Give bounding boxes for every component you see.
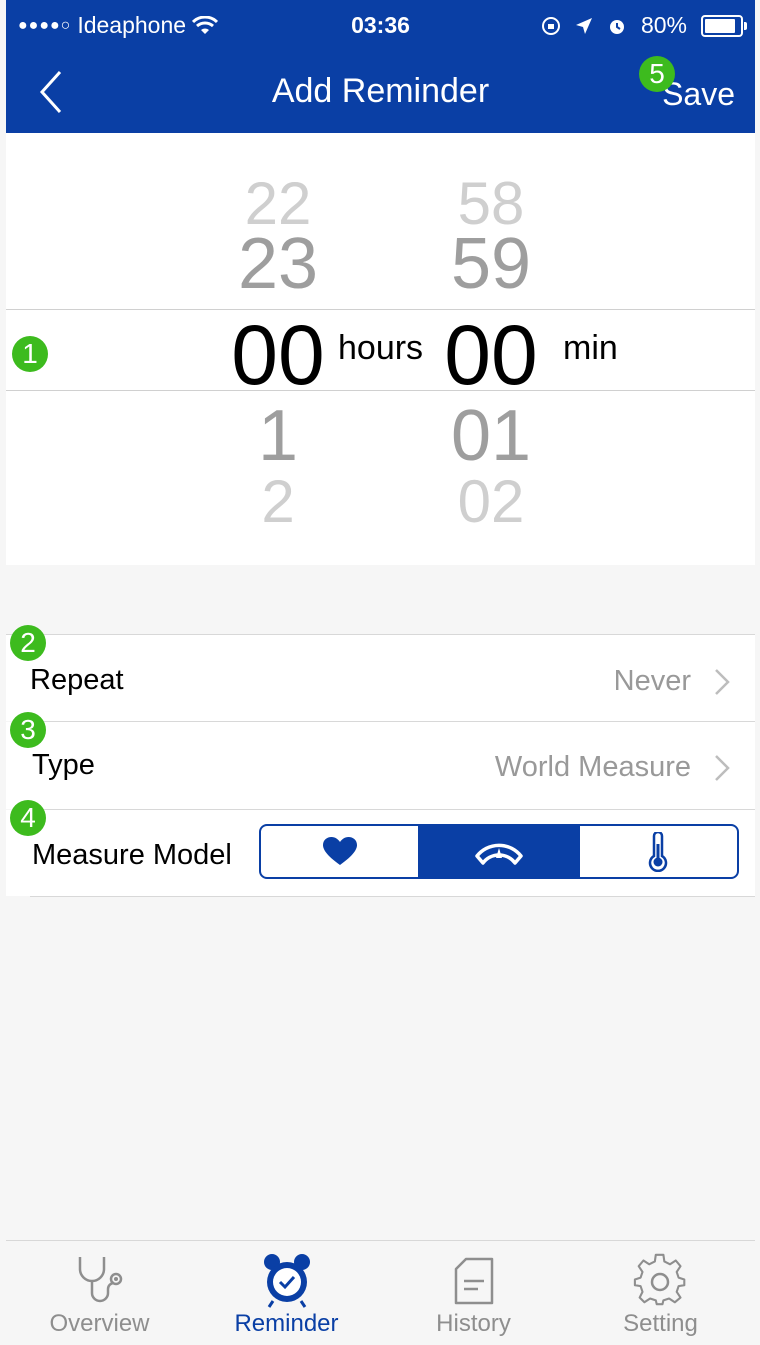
alarm-icon xyxy=(609,19,624,34)
gear-icon xyxy=(633,1253,685,1306)
measure-option-heart[interactable] xyxy=(261,826,418,877)
app-header: ●●●●○ Ideaphone 03:36 80% Add Reminder S… xyxy=(6,0,755,133)
status-bar: ●●●●○ Ideaphone 03:36 80% xyxy=(6,0,755,52)
repeat-row[interactable]: Repeat Never 2 xyxy=(6,625,755,721)
type-value: World Measure xyxy=(494,751,691,783)
time-picker[interactable]: 22 23 00 1 2 58 59 00 01 02 hours min 1 xyxy=(6,133,755,565)
callout-badge-4: 4 xyxy=(10,800,46,836)
measure-model-label: Measure Model xyxy=(32,839,232,871)
tab-label: Setting xyxy=(623,1310,698,1337)
tab-reminder[interactable]: Reminder xyxy=(193,1241,380,1345)
divider xyxy=(30,896,755,897)
measure-model-segmented-control[interactable] xyxy=(259,824,739,879)
repeat-value: Never xyxy=(613,665,691,697)
hour-option[interactable]: 23 xyxy=(198,223,358,305)
document-icon xyxy=(454,1257,493,1305)
measure-option-thermometer[interactable] xyxy=(577,826,737,877)
chevron-right-icon xyxy=(715,755,730,781)
navigation-bar: Add Reminder Save 5 xyxy=(6,52,755,133)
heart-icon xyxy=(322,836,357,865)
minute-option[interactable]: 02 xyxy=(411,467,571,536)
hour-option[interactable]: 2 xyxy=(198,467,358,536)
callout-badge-1: 1 xyxy=(12,336,48,372)
picker-selection-top-line xyxy=(6,309,755,310)
hour-option[interactable]: 1 xyxy=(198,395,358,477)
tab-overview[interactable]: Overview xyxy=(6,1241,193,1345)
alarm-clock-icon xyxy=(263,1254,310,1308)
tab-bar: Overview Reminder History Setting xyxy=(6,1240,755,1345)
picker-selection-bottom-line xyxy=(6,390,755,391)
stethoscope-icon xyxy=(78,1257,122,1303)
minute-option[interactable]: 01 xyxy=(411,395,571,477)
minute-option[interactable]: 59 xyxy=(411,223,571,305)
minutes-label: min xyxy=(563,329,618,367)
hours-label: hours xyxy=(338,329,424,367)
measure-option-gauge[interactable] xyxy=(418,826,578,877)
callout-badge-3: 3 xyxy=(10,712,46,748)
type-label: Type xyxy=(32,749,95,781)
rotation-lock-icon xyxy=(541,16,560,35)
callout-badge-5: 5 xyxy=(639,56,675,92)
chevron-right-icon xyxy=(715,669,730,695)
tab-label: Reminder xyxy=(234,1310,339,1337)
tab-history[interactable]: History xyxy=(380,1241,567,1345)
tab-label: Overview xyxy=(49,1310,150,1337)
thermometer-icon xyxy=(649,831,668,872)
type-row[interactable]: Type World Measure 3 xyxy=(6,712,755,809)
tab-label: History xyxy=(436,1310,511,1337)
callout-badge-2: 2 xyxy=(10,625,46,661)
tab-setting[interactable]: Setting xyxy=(567,1241,754,1345)
location-icon xyxy=(575,17,592,34)
battery-icon xyxy=(701,14,747,37)
repeat-label: Repeat xyxy=(30,664,124,696)
battery-percent: 80% xyxy=(640,12,687,38)
gauge-icon xyxy=(475,843,523,865)
